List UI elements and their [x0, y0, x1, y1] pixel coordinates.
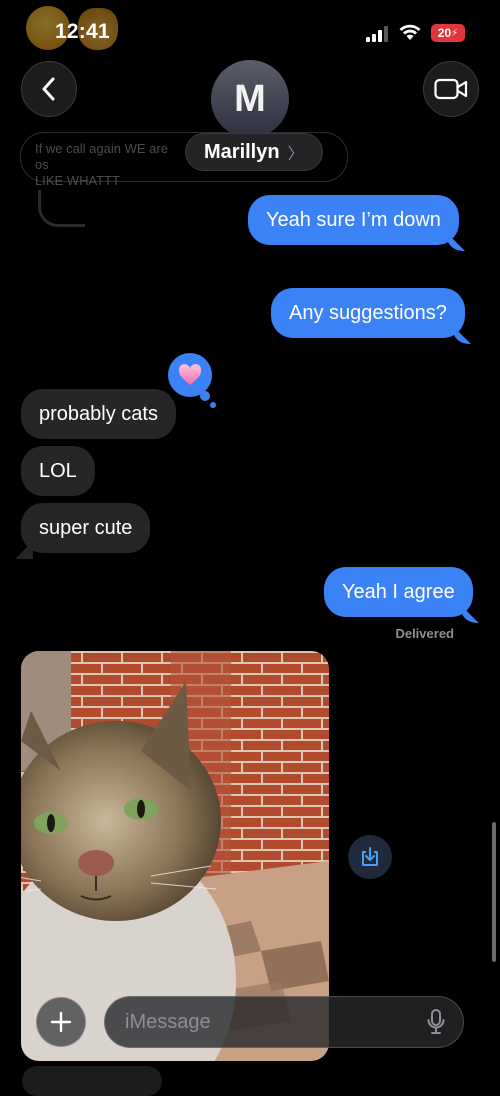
contact-name: Marillyn — [204, 140, 280, 163]
back-button[interactable] — [21, 61, 77, 117]
facetime-video-button[interactable] — [423, 61, 479, 117]
cellular-signal-icon — [366, 26, 388, 42]
battery-indicator: 20 ⚡ — [431, 24, 465, 42]
status-time: 12:41 — [55, 20, 110, 43]
reply-thread-connector — [38, 190, 85, 227]
battery-level: 20 — [437, 26, 452, 40]
scroll-indicator[interactable] — [492, 822, 496, 962]
pink-heart-icon — [178, 364, 202, 385]
wifi-icon — [398, 23, 422, 41]
message-text: Yeah sure I’m down — [266, 209, 441, 231]
message-bubble-outgoing[interactable]: Yeah sure I’m down — [248, 195, 465, 251]
message-text: Any suggestions? — [289, 302, 447, 324]
reply-preview-suffix: os — [35, 157, 49, 172]
message-text: super cute — [39, 517, 133, 539]
video-camera-icon — [434, 78, 468, 100]
tapback-tail — [210, 402, 216, 408]
avatar-initial: M — [234, 77, 266, 120]
partially-visible-bubble — [22, 1066, 162, 1096]
delivered-status: Delivered — [395, 626, 454, 641]
message-bubble-outgoing[interactable]: Yeah I agree — [324, 567, 479, 623]
message-bubble-incoming[interactable]: super cute — [15, 503, 151, 559]
reply-preview-text: If we call again WE are — [35, 141, 168, 156]
message-text: Yeah I agree — [342, 581, 455, 603]
download-icon — [362, 847, 378, 866]
message-bubble-outgoing[interactable]: Any suggestions? — [271, 288, 471, 344]
message-bubble-incoming[interactable]: LOL — [21, 446, 95, 496]
contact-avatar[interactable]: M — [211, 60, 289, 138]
chevron-right-icon: 〉 — [287, 146, 304, 163]
message-composer[interactable] — [104, 996, 464, 1048]
chevron-left-icon — [42, 77, 55, 101]
apps-plus-button[interactable] — [36, 997, 86, 1047]
message-text: probably cats — [39, 403, 158, 425]
plus-icon — [50, 1011, 72, 1033]
microphone-icon[interactable] — [427, 1009, 445, 1035]
message-input[interactable] — [123, 1009, 427, 1035]
contact-name-button[interactable]: Marillyn 〉 — [185, 133, 323, 171]
message-bubble-incoming[interactable]: probably cats — [21, 389, 176, 439]
save-photo-button[interactable] — [348, 835, 392, 879]
message-text: LOL — [39, 460, 77, 482]
tapback-tail — [200, 391, 210, 401]
reply-preview-line2: LIKE WHATTT — [35, 173, 120, 188]
